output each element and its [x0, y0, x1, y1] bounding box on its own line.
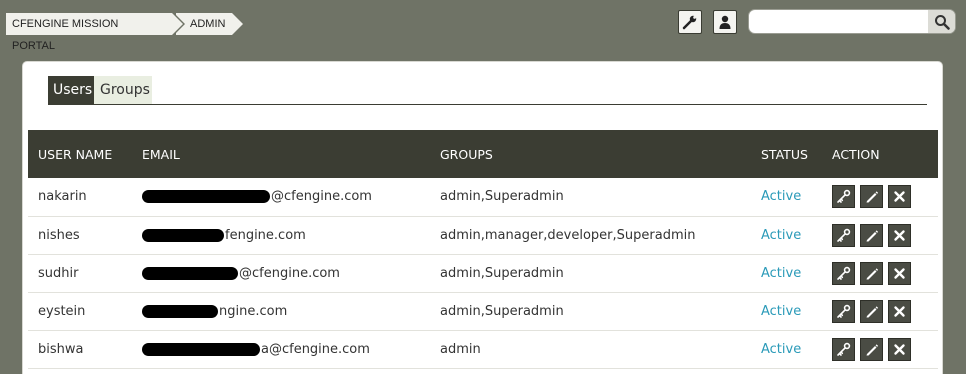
- search-input[interactable]: [749, 10, 929, 33]
- redaction-mark: [142, 228, 224, 242]
- change-password-button[interactable]: [832, 337, 855, 361]
- email-text: @cfengine.com: [239, 265, 340, 281]
- edit-user-button[interactable]: [860, 261, 883, 285]
- delete-user-button[interactable]: [888, 223, 911, 247]
- cell-email: @cfengine.com: [132, 178, 430, 216]
- cell-username[interactable]: eystein: [28, 292, 132, 330]
- column-header-email[interactable]: EMAIL: [132, 130, 430, 178]
- cell-status: Active: [761, 265, 802, 281]
- pencil-icon: [866, 267, 879, 279]
- cell-groups: admin,Superadmin: [440, 265, 564, 281]
- edit-user-button[interactable]: [860, 337, 883, 361]
- users-table: USER NAME EMAIL GROUPS STATUS ACTION nak…: [28, 130, 938, 369]
- cell-status: Active: [761, 303, 802, 319]
- cell-actions: [822, 216, 938, 254]
- close-icon: [894, 229, 905, 241]
- cell-groups: admin,manager,developer,Superadmin: [440, 227, 696, 243]
- cell-email: fengine.com: [132, 216, 430, 254]
- pencil-icon: [866, 191, 879, 203]
- cell-username[interactable]: nishes: [28, 216, 132, 254]
- cell-email: @cfengine.com: [132, 254, 430, 292]
- tabs-divider: [48, 104, 927, 105]
- email-text: a@cfengine.com: [261, 341, 370, 357]
- email-text: ngine.com: [219, 303, 288, 319]
- cell-actions: [822, 292, 938, 330]
- close-icon: [894, 267, 905, 279]
- tab-bar: Users Groups: [48, 76, 152, 105]
- cell-username[interactable]: nakarin: [28, 178, 132, 216]
- breadcrumb: CFENGINE MISSION PORTAL ADMIN: [6, 13, 245, 52]
- pencil-icon: [866, 305, 879, 317]
- wrench-icon: [682, 15, 697, 30]
- search-box: [748, 9, 956, 34]
- change-password-button[interactable]: [832, 299, 855, 323]
- key-icon: [837, 304, 851, 318]
- user-menu-button[interactable]: [713, 10, 737, 34]
- tab-groups[interactable]: Groups: [94, 76, 152, 105]
- redaction-mark: [142, 304, 218, 318]
- cell-actions: [822, 178, 938, 216]
- redaction-mark: [142, 266, 238, 280]
- edit-user-button[interactable]: [860, 223, 883, 247]
- change-password-button[interactable]: [832, 261, 855, 285]
- cell-email: ngine.com: [132, 292, 430, 330]
- breadcrumb-home[interactable]: CFENGINE MISSION PORTAL: [6, 13, 185, 52]
- edit-user-button[interactable]: [860, 185, 883, 209]
- close-icon: [894, 343, 905, 355]
- table-row: eystein ngine.com admin,Superadmin Activ…: [28, 292, 938, 330]
- column-header-action: ACTION: [832, 146, 880, 162]
- delete-user-button[interactable]: [888, 337, 911, 361]
- column-header-groups[interactable]: GROUPS: [430, 130, 751, 178]
- column-header-status[interactable]: STATUS: [751, 130, 822, 178]
- column-header-username[interactable]: USER NAME: [28, 130, 132, 178]
- cell-username[interactable]: sudhir: [28, 254, 132, 292]
- table-row: sudhir @cfengine.com admin,Superadmin Ac…: [28, 254, 938, 292]
- change-password-button[interactable]: [832, 185, 855, 209]
- email-text: @cfengine.com: [271, 189, 372, 205]
- cell-groups: admin,Superadmin: [440, 189, 564, 205]
- cell-actions: [822, 330, 938, 368]
- table-header-row: USER NAME EMAIL GROUPS STATUS ACTION: [28, 130, 938, 178]
- search-button[interactable]: [928, 10, 955, 33]
- cell-groups: admin,Superadmin: [440, 303, 564, 319]
- cell-status: Active: [761, 341, 802, 357]
- key-icon: [837, 342, 851, 356]
- cell-status: Active: [761, 227, 802, 243]
- cell-email: a@cfengine.com: [132, 330, 430, 368]
- close-icon: [894, 191, 905, 202]
- edit-user-button[interactable]: [860, 299, 883, 323]
- cell-actions: [822, 254, 938, 292]
- cell-username[interactable]: bishwa: [28, 330, 132, 368]
- key-icon: [837, 190, 851, 204]
- table-row: bishwa a@cfengine.com admin Active: [28, 330, 938, 368]
- delete-user-button[interactable]: [888, 185, 911, 209]
- user-icon: [719, 15, 731, 29]
- table-row: nakarin @cfengine.com admin,Superadmin A…: [28, 178, 938, 216]
- delete-user-button[interactable]: [888, 299, 911, 323]
- cell-groups: admin: [440, 341, 481, 357]
- key-icon: [837, 228, 851, 242]
- table-row: nishes fengine.com admin,manager,develop…: [28, 216, 938, 254]
- close-icon: [894, 305, 905, 317]
- key-icon: [837, 266, 851, 280]
- pencil-icon: [866, 229, 879, 241]
- email-text: fengine.com: [225, 227, 306, 243]
- search-icon: [934, 14, 950, 30]
- pencil-icon: [866, 343, 879, 355]
- users-panel: Users Groups USER NAME EMAIL GROUPS STAT…: [22, 61, 943, 374]
- redaction-mark: [142, 342, 260, 356]
- delete-user-button[interactable]: [888, 261, 911, 285]
- tab-users[interactable]: Users: [48, 76, 94, 105]
- change-password-button[interactable]: [832, 223, 855, 247]
- cell-status: Active: [761, 189, 802, 205]
- settings-button[interactable]: [678, 10, 702, 34]
- redaction-mark: [142, 190, 270, 204]
